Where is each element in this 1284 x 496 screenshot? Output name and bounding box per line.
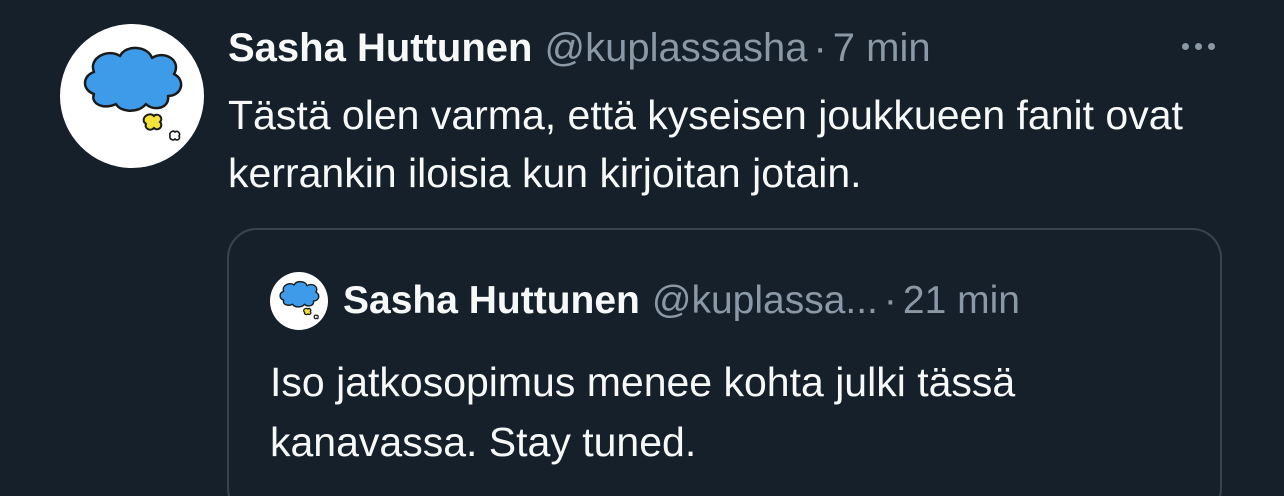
- quoted-tweet-text: Iso jatkosopimus menee kohta julki tässä…: [270, 359, 1016, 465]
- quoted-author-handle: @kuplassa...: [651, 279, 878, 322]
- more-options-icon: [1194, 42, 1202, 50]
- tweet-text: Tästä olen varma, että kyseisen joukkuee…: [228, 92, 1195, 196]
- separator-dot: ·: [813, 26, 827, 70]
- more-options-button[interactable]: [1170, 28, 1226, 64]
- author-avatar[interactable]: [60, 24, 204, 168]
- quoted-author-avatar: [270, 272, 328, 330]
- separator-dot: ·: [883, 279, 897, 322]
- cloud-avatar-icon: [83, 46, 183, 141]
- author-handle[interactable]: @kuplassasha: [544, 24, 807, 72]
- tweet-timestamp[interactable]: 7 min: [833, 24, 931, 72]
- more-options-icon: [1207, 42, 1215, 50]
- quoted-tweet-timestamp: 21 min: [902, 279, 1020, 322]
- cloud-avatar-icon: [279, 280, 320, 320]
- tweet[interactable]: Sasha Huttunen @kuplassasha · 7 min Täst…: [0, 0, 1284, 496]
- author-display-name[interactable]: Sasha Huttunen: [228, 24, 532, 72]
- quoted-tweet-header: Sasha Huttunen @kuplassa... · 21 min: [343, 278, 1020, 324]
- quoted-author-display-name: Sasha Huttunen: [343, 279, 640, 322]
- tweet-header: Sasha Huttunen @kuplassasha · 7 min: [228, 24, 931, 72]
- more-options-icon: [1181, 42, 1189, 50]
- quoted-tweet-card[interactable]: Sasha Huttunen @kuplassa... · 21 min Iso…: [227, 228, 1222, 496]
